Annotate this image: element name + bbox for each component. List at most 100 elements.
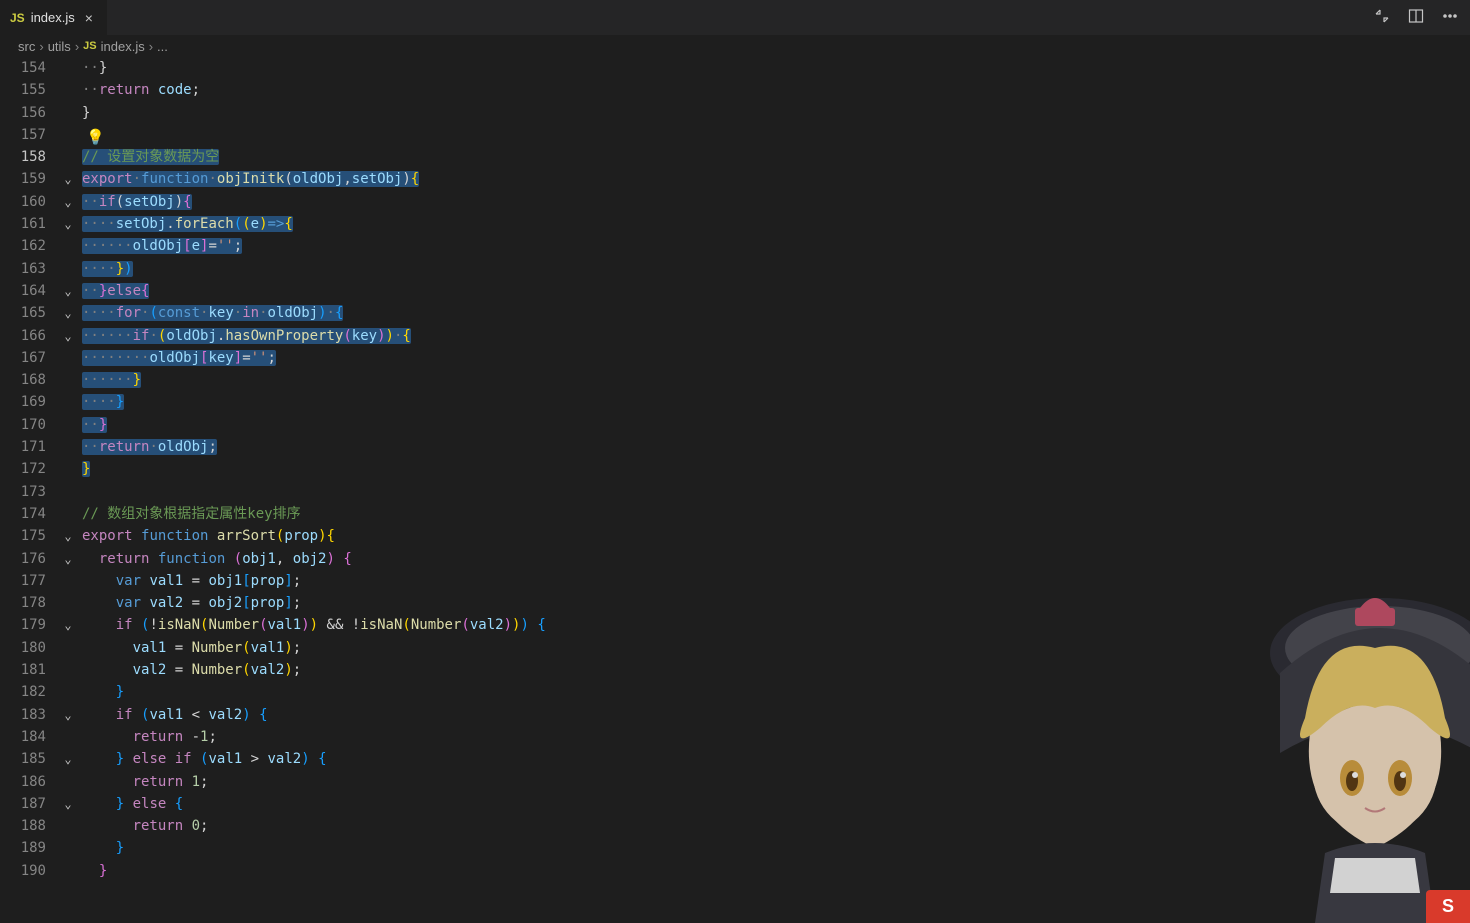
fold-icon[interactable]: ⌄ — [58, 191, 78, 213]
tab-label: index.js — [31, 10, 75, 25]
line-number: 178 — [0, 592, 58, 614]
code-line[interactable]: 159⌄export·function·objInitk(oldObj,setO… — [0, 168, 1470, 190]
crumb-src[interactable]: src — [18, 39, 35, 54]
code-line[interactable]: 155··return code; — [0, 79, 1470, 101]
code-content: return 1; — [78, 771, 208, 793]
code-line[interactable]: 173 — [0, 481, 1470, 503]
line-number: 167 — [0, 347, 58, 369]
code-line[interactable]: 163····}) — [0, 258, 1470, 280]
line-number: 156 — [0, 102, 58, 124]
code-line[interactable]: 179⌄ if (!isNaN(Number(val1)) && !isNaN(… — [0, 614, 1470, 636]
line-number: 170 — [0, 414, 58, 436]
tab-bar: JS index.js × — [0, 0, 1470, 35]
crumb-symbol[interactable]: ... — [157, 39, 168, 54]
code-line[interactable]: 166⌄······if·(oldObj.hasOwnProperty(key)… — [0, 325, 1470, 347]
crumb-file[interactable]: index.js — [101, 39, 145, 54]
line-number: 173 — [0, 481, 58, 503]
code-line[interactable]: 164⌄··}else{ — [0, 280, 1470, 302]
fold-icon[interactable]: ⌄ — [58, 548, 78, 570]
code-line[interactable]: 169····} — [0, 391, 1470, 413]
line-number: 172 — [0, 458, 58, 480]
code-content: } — [78, 837, 124, 859]
code-line[interactable]: 188 return 0; — [0, 815, 1470, 837]
code-line[interactable]: 185⌄ } else if (val1 > val2) { — [0, 748, 1470, 770]
line-number: 171 — [0, 436, 58, 458]
code-line[interactable]: 187⌄ } else { — [0, 793, 1470, 815]
code-line[interactable]: 183⌄ if (val1 < val2) { — [0, 704, 1470, 726]
code-content: } else if (val1 > val2) { — [78, 748, 327, 770]
code-line[interactable]: 168······} — [0, 369, 1470, 391]
code-line[interactable]: 181 val2 = Number(val2); — [0, 659, 1470, 681]
line-number: 186 — [0, 771, 58, 793]
code-line[interactable]: 158// 设置对象数据为空 — [0, 146, 1470, 168]
close-icon[interactable]: × — [81, 10, 97, 26]
code-line[interactable]: 157 — [0, 124, 1470, 146]
code-line[interactable]: 172} — [0, 458, 1470, 480]
code-line[interactable]: 161⌄····setObj.forEach((e)=>{ — [0, 213, 1470, 235]
fold-icon[interactable]: ⌄ — [58, 325, 78, 347]
more-icon[interactable] — [1442, 8, 1458, 27]
code-content: } — [78, 458, 90, 480]
code-editor[interactable]: 💡 154··}155··return code;156}157158// 设置… — [0, 57, 1470, 882]
ime-badge[interactable]: S — [1426, 890, 1470, 923]
code-content: ······if·(oldObj.hasOwnProperty(key))·{ — [78, 325, 411, 347]
fold-icon[interactable]: ⌄ — [58, 168, 78, 190]
code-line[interactable]: 180 val1 = Number(val1); — [0, 637, 1470, 659]
code-line[interactable]: 167········oldObj[key]=''; — [0, 347, 1470, 369]
code-line[interactable]: 176⌄ return function (obj1, obj2) { — [0, 548, 1470, 570]
code-line[interactable]: 162······oldObj[e]=''; — [0, 235, 1470, 257]
code-content: var val2 = obj2[prop]; — [78, 592, 301, 614]
fold-icon[interactable]: ⌄ — [58, 704, 78, 726]
editor-actions — [1374, 0, 1470, 35]
fold-icon[interactable]: ⌄ — [58, 748, 78, 770]
code-content: ··if(setObj){ — [78, 191, 192, 213]
line-number: 162 — [0, 235, 58, 257]
split-editor-icon[interactable] — [1408, 8, 1424, 27]
line-number: 179 — [0, 614, 58, 636]
lightbulb-icon[interactable]: 💡 — [86, 126, 105, 148]
fold-icon[interactable]: ⌄ — [58, 614, 78, 636]
code-line[interactable]: 189 } — [0, 837, 1470, 859]
fold-icon[interactable]: ⌄ — [58, 793, 78, 815]
code-line[interactable]: 184 return -1; — [0, 726, 1470, 748]
crumb-utils[interactable]: utils — [48, 39, 71, 54]
code-line[interactable]: 154··} — [0, 57, 1470, 79]
code-line[interactable]: 170··} — [0, 414, 1470, 436]
code-line[interactable]: 165⌄····for·(const·key·in·oldObj)·{ — [0, 302, 1470, 324]
code-line[interactable]: 178 var val2 = obj2[prop]; — [0, 592, 1470, 614]
code-content: ··return code; — [78, 79, 200, 101]
chevron-right-icon: › — [39, 39, 43, 54]
compare-icon[interactable] — [1374, 8, 1390, 27]
code-line[interactable]: 177 var val1 = obj1[prop]; — [0, 570, 1470, 592]
code-content: return function (obj1, obj2) { — [78, 548, 352, 570]
fold-icon[interactable]: ⌄ — [58, 280, 78, 302]
code-content: // 数组对象根据指定属性key排序 — [78, 503, 301, 525]
code-line[interactable]: 175⌄export function arrSort(prop){ — [0, 525, 1470, 547]
line-number: 175 — [0, 525, 58, 547]
fold-icon[interactable]: ⌄ — [58, 525, 78, 547]
fold-icon[interactable]: ⌄ — [58, 302, 78, 324]
code-line[interactable]: 182 } — [0, 681, 1470, 703]
breadcrumb[interactable]: src › utils › JS index.js › ... — [0, 35, 1470, 57]
tab-index-js[interactable]: JS index.js × — [0, 0, 108, 35]
code-line[interactable]: 156} — [0, 102, 1470, 124]
line-number: 168 — [0, 369, 58, 391]
code-line[interactable]: 160⌄··if(setObj){ — [0, 191, 1470, 213]
line-number: 166 — [0, 325, 58, 347]
code-line[interactable]: 186 return 1; — [0, 771, 1470, 793]
code-content: return -1; — [78, 726, 217, 748]
fold-icon[interactable]: ⌄ — [58, 213, 78, 235]
code-line[interactable]: 171··return·oldObj; — [0, 436, 1470, 458]
line-number: 188 — [0, 815, 58, 837]
code-line[interactable]: 190 } — [0, 860, 1470, 882]
line-number: 159 — [0, 168, 58, 190]
minimap[interactable] — [1360, 57, 1470, 887]
line-number: 180 — [0, 637, 58, 659]
line-number: 181 — [0, 659, 58, 681]
line-number: 165 — [0, 302, 58, 324]
code-content: } — [78, 860, 107, 882]
line-number: 154 — [0, 57, 58, 79]
code-line[interactable]: 174// 数组对象根据指定属性key排序 — [0, 503, 1470, 525]
code-content: } — [78, 102, 90, 124]
chevron-right-icon: › — [149, 39, 153, 54]
